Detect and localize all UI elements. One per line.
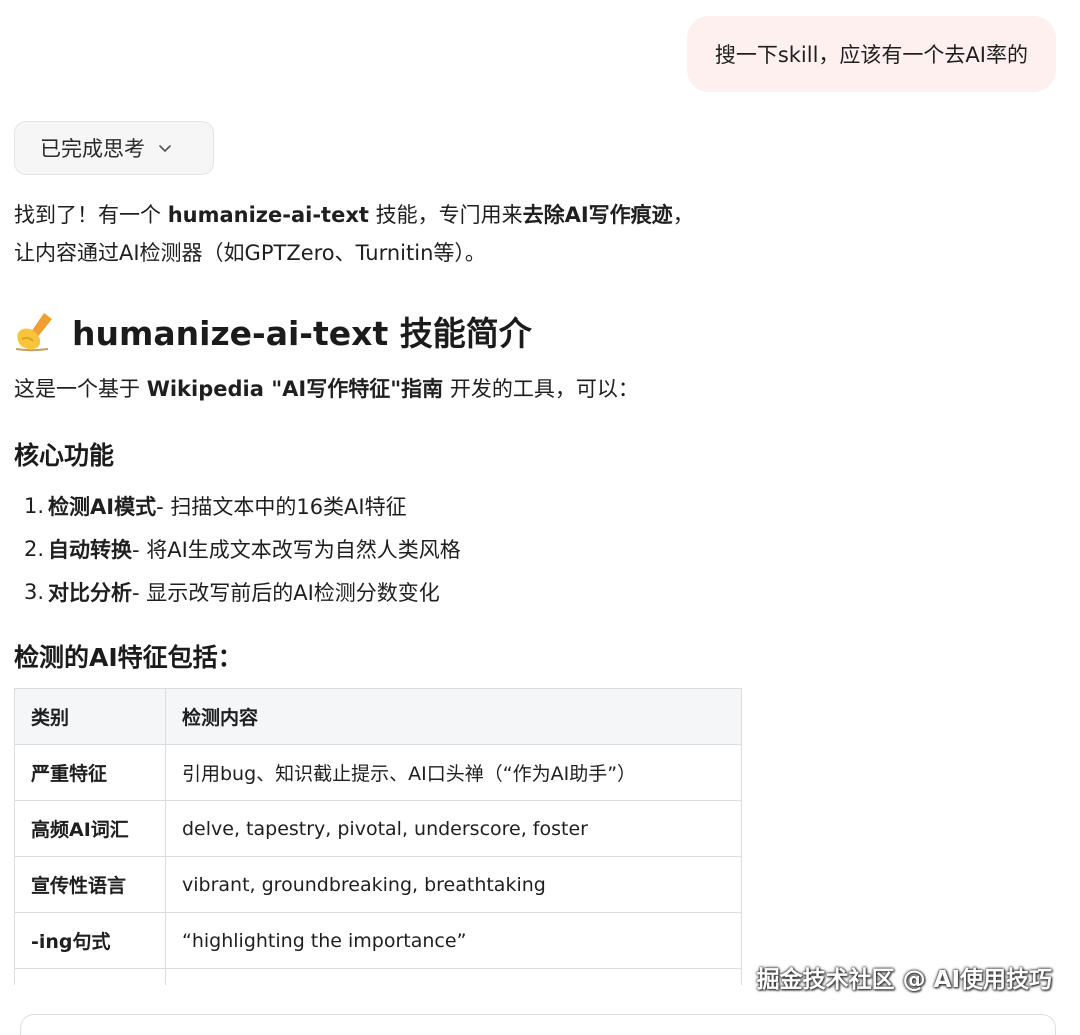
- chevron-down-icon: [159, 145, 171, 152]
- list-item: 3. 对比分析 - 显示改写前后的AI检测分数变化: [24, 570, 461, 613]
- list-item-desc: - 扫描文本中的16类AI特征: [156, 494, 407, 519]
- table-cell-content: “highlighting the importance”: [165, 912, 742, 969]
- list-number: 2.: [24, 536, 45, 561]
- table-cell-category: -ing句式: [14, 912, 166, 969]
- table-cell-category: 严重特征: [14, 744, 166, 801]
- list-item-title: 检测AI模式: [48, 494, 157, 519]
- intro-emphasis: Wikipedia "AI写作特征"指南: [146, 377, 444, 401]
- list-item-title: 对比分析: [48, 580, 132, 605]
- thinking-toggle-label: 已完成思考: [40, 137, 145, 161]
- table-row: 高频AI词汇 delve, tapestry, pivotal, undersc…: [14, 800, 742, 857]
- thinking-toggle-button[interactable]: 已完成思考: [14, 121, 214, 175]
- answer-emphasis: 去除AI写作痕迹: [522, 203, 673, 227]
- answer-text: 找到了！有一个: [14, 203, 168, 227]
- table-cell-empty: [14, 968, 166, 985]
- table-header-row: 类别 检测内容: [14, 688, 742, 745]
- detected-features-heading: 检测的AI特征包括：: [14, 643, 243, 672]
- intro-text: 这是一个基于: [14, 377, 147, 401]
- table-header-content: 检测内容: [165, 688, 742, 745]
- table-row: 宣传性语言 vibrant, groundbreaking, breathtak…: [14, 856, 742, 913]
- list-item: 1. 检测AI模式 - 扫描文本中的16类AI特征: [24, 484, 461, 527]
- answer-text: ，: [672, 203, 694, 227]
- list-item-title: 自动转换: [48, 537, 132, 562]
- watermark: 掘金技术社区 @ AI使用技巧: [756, 967, 1052, 993]
- table-cell-content: vibrant, groundbreaking, breathtaking: [165, 856, 742, 913]
- list-number: 3.: [24, 579, 45, 604]
- answer-text: 技能，专门用来: [368, 203, 523, 227]
- section-title-text: humanize-ai-text 技能简介: [72, 314, 532, 353]
- list-number: 1.: [24, 493, 45, 518]
- user-message-text: 搜一下skill，应该有一个去AI率的: [714, 43, 1028, 67]
- section-title: humanize-ai-text 技能简介: [14, 306, 532, 356]
- table-cell-category: 高频AI词汇: [14, 800, 166, 857]
- user-message-bubble: 搜一下skill，应该有一个去AI率的: [686, 16, 1056, 92]
- answer-text: 让内容通过AI检测器（如GPTZero、Turnitin等）。: [14, 241, 486, 265]
- writing-hand-icon: [15, 313, 52, 352]
- answer-paragraph: 找到了！有一个 humanize-ai-text 技能，专门用来去除AI写作痕迹…: [14, 196, 774, 272]
- table-header-category: 类别: [14, 688, 166, 745]
- core-features-heading: 核心功能: [14, 441, 115, 470]
- table-row: 严重特征 引用bug、知识截止提示、AI口头禅（“作为AI助手”）: [14, 744, 742, 801]
- features-list: 1. 检测AI模式 - 扫描文本中的16类AI特征 2. 自动转换 - 将AI生…: [24, 484, 461, 613]
- list-item: 2. 自动转换 - 将AI生成文本改写为自然人类风格: [24, 527, 461, 570]
- intro-line: 这是一个基于 Wikipedia "AI写作特征"指南 开发的工具，可以：: [14, 370, 639, 408]
- table-row-partial: [14, 968, 742, 985]
- table-row: -ing句式 “highlighting the importance”: [14, 912, 742, 969]
- skill-name: humanize-ai-text: [167, 203, 369, 227]
- table-cell-category: 宣传性语言: [14, 856, 166, 913]
- intro-text: 开发的工具，可以：: [443, 377, 639, 401]
- list-item-desc: - 显示改写前后的AI检测分数变化: [132, 580, 440, 605]
- table-cell-empty: [165, 968, 742, 985]
- ai-features-table: 类别 检测内容 严重特征 引用bug、知识截止提示、AI口头禅（“作为AI助手”…: [14, 688, 742, 985]
- table-cell-content: 引用bug、知识截止提示、AI口头禅（“作为AI助手”）: [165, 744, 742, 801]
- message-input-box[interactable]: [20, 1014, 1056, 1035]
- list-item-desc: - 将AI生成文本改写为自然人类风格: [132, 537, 461, 562]
- table-cell-content: delve, tapestry, pivotal, underscore, fo…: [165, 800, 742, 857]
